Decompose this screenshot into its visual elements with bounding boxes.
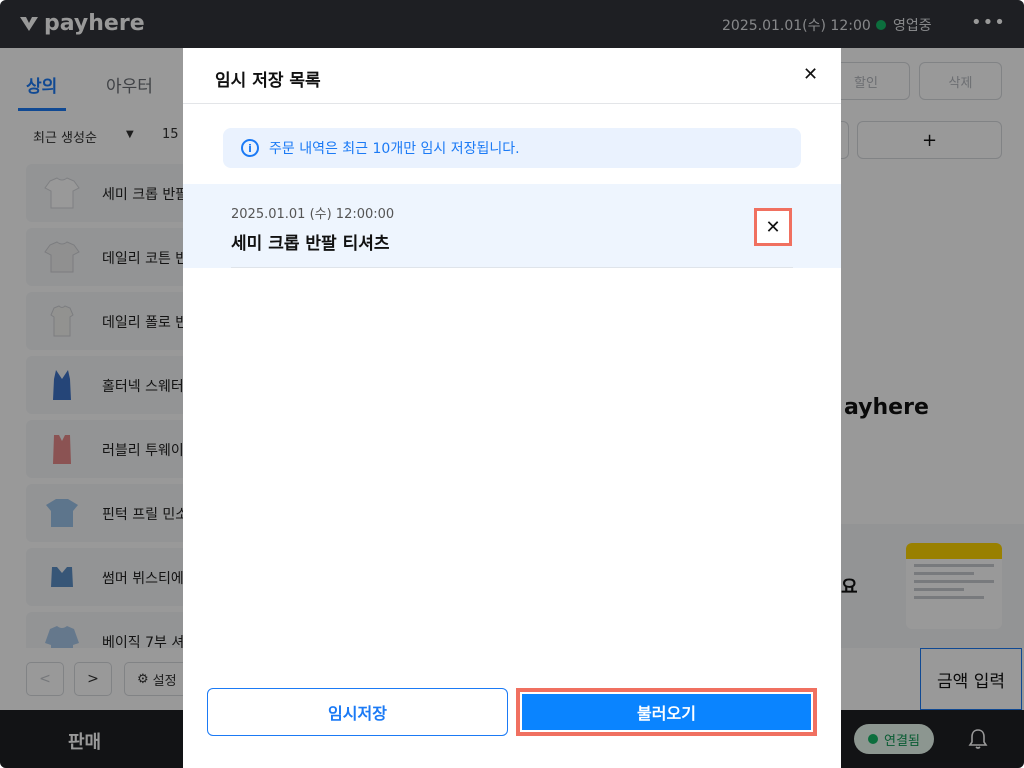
load-button[interactable]: 불러오기	[522, 694, 811, 730]
modal-title: 임시 저장 목록	[215, 71, 321, 91]
info-icon: i	[241, 139, 259, 157]
load-button-highlight: 불러오기	[516, 688, 817, 736]
modal-divider	[183, 103, 841, 104]
temp-save-label: 임시저장	[328, 704, 387, 723]
info-banner: i 주문 내역은 최근 10개만 임시 저장됩니다.	[223, 128, 801, 168]
saved-order-datetime: 2025.01.01 (수) 12:00:00	[231, 207, 395, 222]
close-icon[interactable]: ✕	[803, 64, 818, 85]
app-frame: payhere 2025.01.01(수) 12:00 영업중 ••• 상의 아…	[0, 0, 1024, 768]
info-text: 주문 내역은 최근 10개만 임시 저장됩니다.	[269, 141, 520, 157]
temp-save-modal: 임시 저장 목록 ✕ i 주문 내역은 최근 10개만 임시 저장됩니다. 20…	[183, 48, 841, 768]
temp-save-button[interactable]: 임시저장	[207, 688, 508, 736]
delete-saved-order-button[interactable]: ✕	[754, 208, 792, 246]
close-icon: ✕	[765, 216, 781, 238]
saved-order-name: 세미 크롭 반팔 티셔츠	[231, 234, 390, 254]
saved-order-row[interactable]: 2025.01.01 (수) 12:00:00 세미 크롭 반팔 티셔츠	[183, 184, 841, 268]
row-divider	[231, 267, 793, 268]
load-label: 불러오기	[637, 704, 696, 723]
